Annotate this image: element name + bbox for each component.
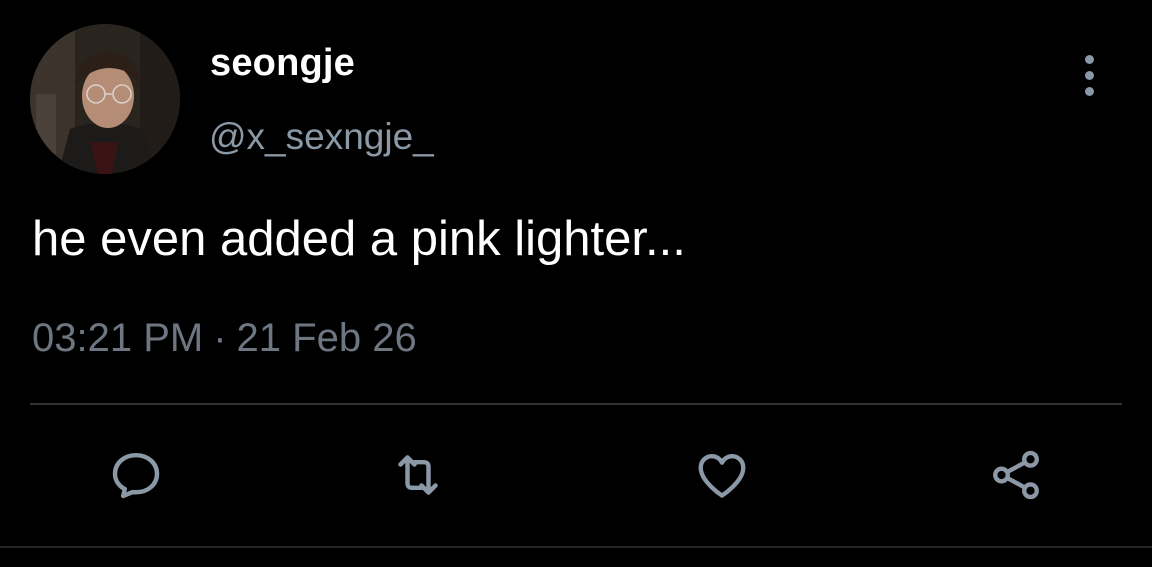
more-vertical-icon-dot [1084, 86, 1094, 96]
tweet-timestamp[interactable]: 03:21 PM · 21 Feb 26 [32, 316, 417, 361]
divider [30, 403, 1122, 405]
share-button[interactable] [986, 445, 1046, 505]
user-handle[interactable]: @x_sexngje_ [209, 116, 434, 158]
bottom-divider [0, 546, 1152, 548]
tweet-detail: seongje @x_sexngje_ he even added a pink… [0, 0, 1152, 567]
reply-icon [112, 452, 160, 499]
tweet-time: 03:21 PM [32, 316, 204, 360]
retweet-button[interactable] [388, 445, 448, 505]
more-options-button[interactable] [1064, 50, 1114, 100]
display-name[interactable]: seongje [210, 42, 355, 85]
more-vertical-icon-dot [1084, 70, 1094, 80]
like-button[interactable] [692, 445, 752, 505]
tweet-date: 21 Feb 26 [236, 316, 417, 360]
avatar[interactable] [30, 24, 180, 174]
reply-button[interactable] [106, 445, 166, 505]
share-icon [993, 450, 1039, 500]
more-vertical-icon [1084, 54, 1094, 64]
retweet-icon [398, 455, 438, 495]
meta-separator: · [213, 316, 227, 360]
action-bar [0, 430, 1152, 520]
heart-icon [698, 453, 746, 498]
avatar-photo [30, 24, 180, 174]
tweet-text: he even added a pink lighter... [32, 212, 686, 266]
